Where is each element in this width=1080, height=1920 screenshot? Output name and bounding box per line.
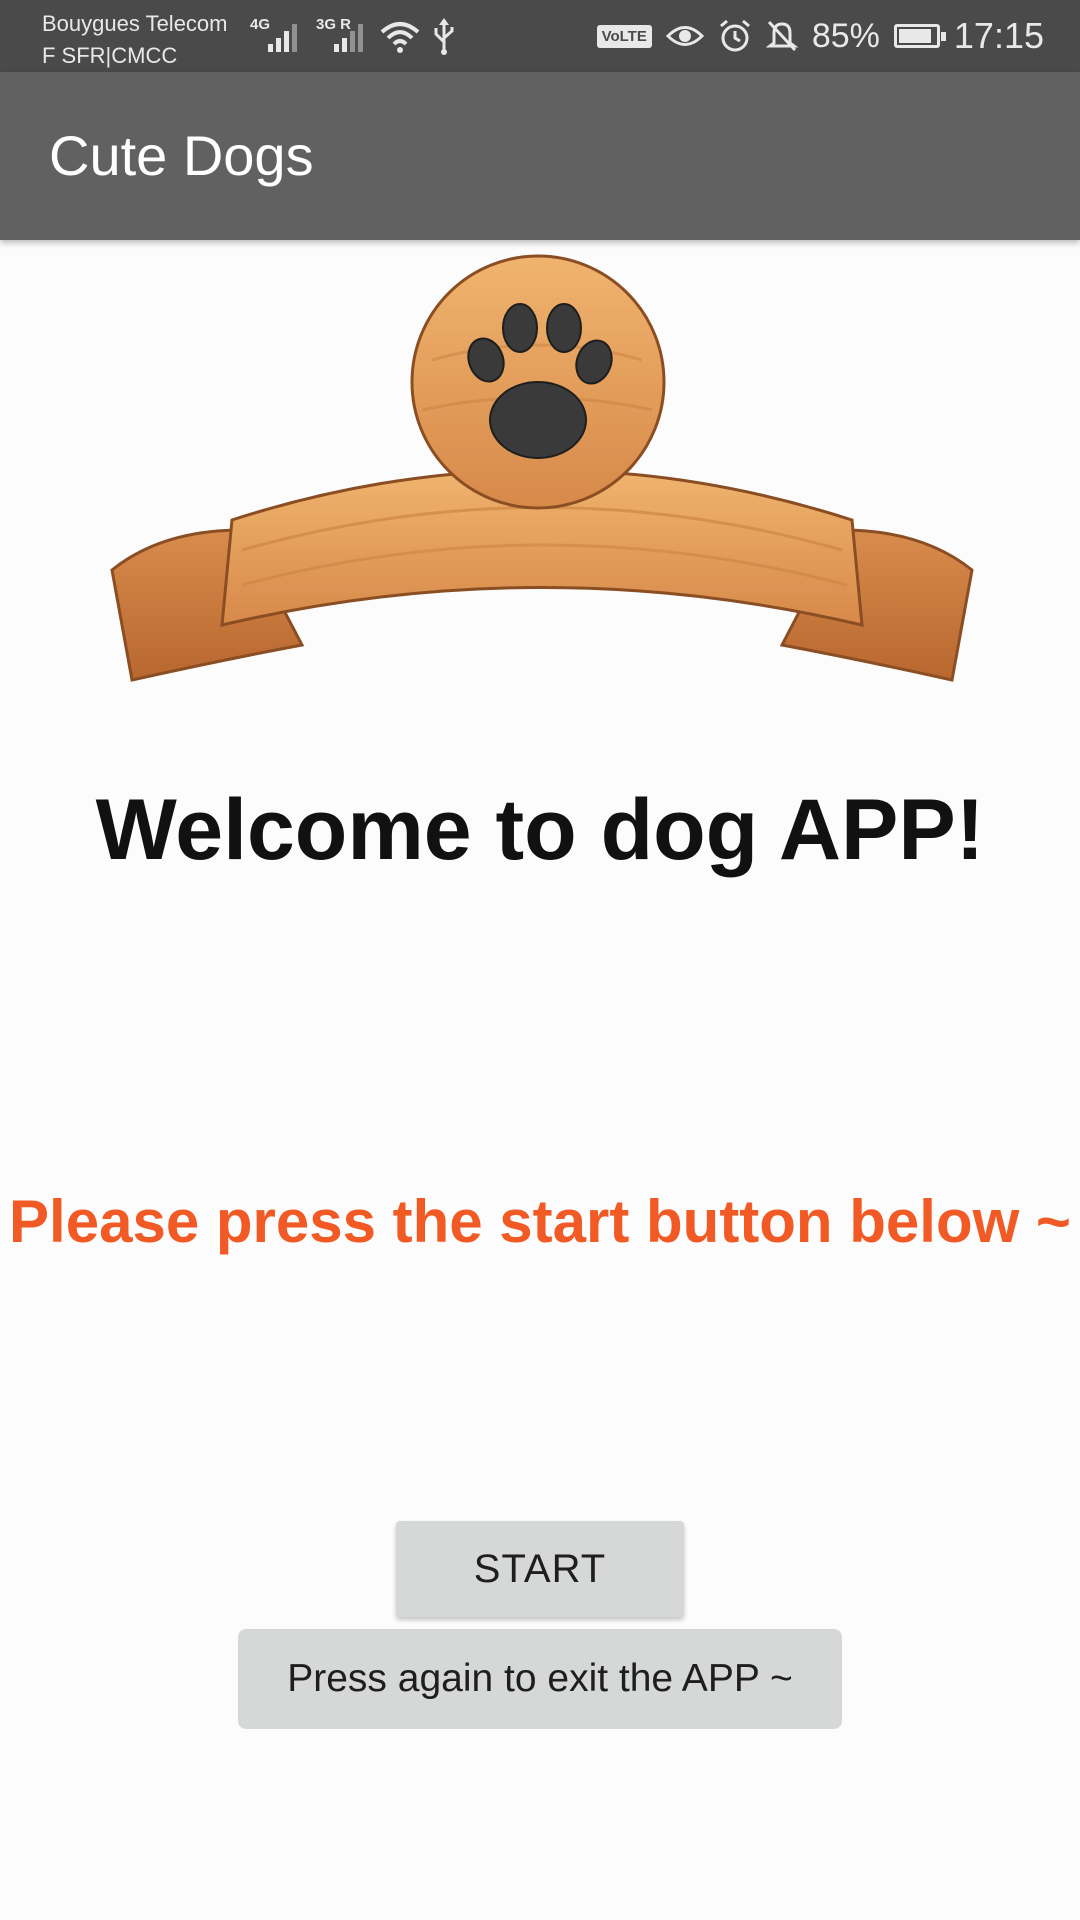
status-bar: Bouygues Telecom F SFR|CMCC 4G 3G R VoLT… bbox=[0, 0, 1080, 72]
battery-icon bbox=[893, 24, 946, 48]
clock: 17:15 bbox=[953, 15, 1044, 56]
battery-percent: 85% bbox=[811, 16, 880, 55]
app-bar: Cute Dogs bbox=[0, 72, 1080, 240]
wooden-paw-sign-image bbox=[110, 254, 974, 682]
eye-icon bbox=[665, 26, 704, 46]
mute-bell-icon bbox=[765, 20, 798, 52]
exit-toast: Press again to exit the APP ~ bbox=[238, 1629, 842, 1729]
welcome-heading: Welcome to dog APP! bbox=[95, 782, 985, 878]
carrier-line-2: F SFR|CMCC bbox=[42, 43, 178, 68]
network-type-1: 4G bbox=[250, 16, 271, 33]
alarm-icon bbox=[719, 19, 750, 52]
usb-icon bbox=[434, 18, 454, 55]
volte-icon: VoLTE bbox=[596, 24, 652, 48]
signal-icon-2: 3G R bbox=[316, 14, 376, 54]
start-button[interactable]: START bbox=[396, 1521, 684, 1617]
status-right: VoLTE 85% 17:15 bbox=[583, 12, 1044, 60]
start-prompt: Please press the start button below ~ bbox=[9, 1188, 1071, 1255]
wifi-icon bbox=[380, 22, 420, 53]
app-title: Cute Dogs bbox=[49, 124, 314, 187]
signal-icon: 4G bbox=[250, 14, 310, 54]
carrier-line-1: Bouygues Telecom bbox=[42, 11, 228, 36]
carrier-info: Bouygues Telecom F SFR|CMCC bbox=[42, 8, 228, 72]
